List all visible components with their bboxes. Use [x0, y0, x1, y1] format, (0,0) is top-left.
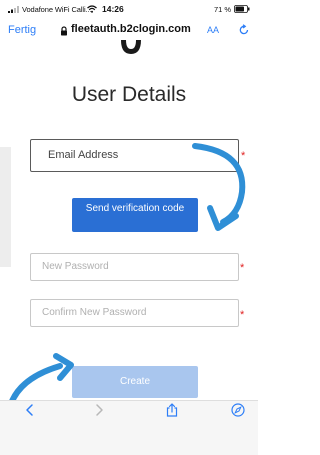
status-bar: Vodafone WiFi Calli... 14:26 71 % — [0, 0, 258, 18]
forward-icon[interactable] — [92, 403, 106, 417]
back-icon[interactable] — [23, 403, 37, 417]
battery-icon — [234, 5, 250, 13]
email-field[interactable]: Email Address — [30, 139, 239, 172]
address-bar: Fertig fleetauth.b2clogin.com AA — [0, 20, 258, 42]
email-required-marker: * — [241, 150, 246, 162]
logo — [121, 40, 141, 54]
browser-toolbar — [0, 400, 258, 455]
page-title: User Details — [71, 83, 187, 106]
signal-icon — [8, 6, 19, 13]
compass-icon[interactable] — [231, 403, 245, 417]
confirm-password-required-marker: * — [240, 309, 245, 321]
carrier-label: Vodafone WiFi Calli... — [22, 5, 92, 14]
clock: 14:26 — [102, 4, 124, 14]
lock-icon — [61, 26, 67, 36]
confirm-password-field[interactable]: Confirm New Password — [30, 299, 239, 327]
reload-icon[interactable] — [238, 24, 250, 36]
send-verification-code-button[interactable]: Send verification code — [72, 198, 198, 232]
battery-percentage: 71 % — [214, 5, 232, 14]
new-password-field[interactable]: New Password — [30, 253, 239, 281]
url-field[interactable]: fleetauth.b2clogin.com — [71, 23, 191, 35]
side-panel-edge — [0, 147, 11, 267]
share-icon[interactable] — [165, 403, 179, 417]
screen: Vodafone WiFi Calli... 14:26 71 % Fertig… — [0, 0, 258, 455]
wifi-icon — [87, 5, 97, 13]
create-button[interactable]: Create — [72, 366, 198, 398]
text-size-button[interactable]: AA — [207, 25, 219, 35]
done-button[interactable]: Fertig — [8, 24, 36, 36]
new-password-required-marker: * — [240, 262, 245, 274]
